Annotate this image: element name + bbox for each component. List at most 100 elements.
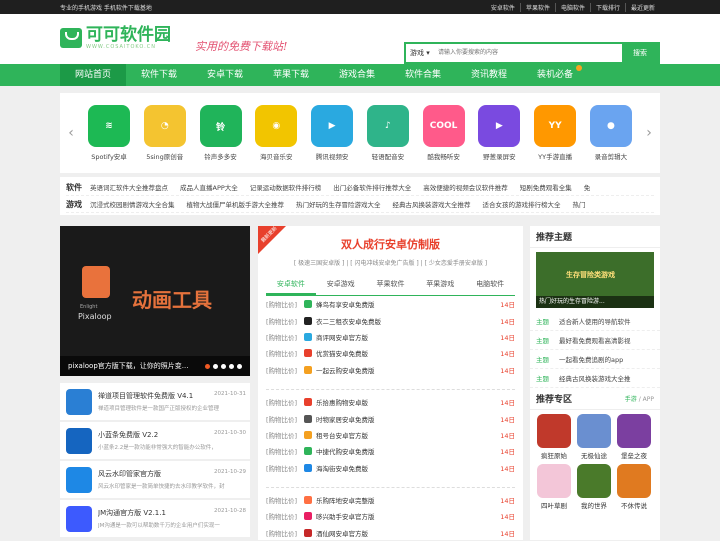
topic-banner[interactable]: 生存冒险类游戏 热门好玩的生存冒险游... <box>536 252 654 308</box>
app-name[interactable]: 时物家居安卓免费版 <box>316 414 500 424</box>
category-tag[interactable]: [购物比价] <box>266 430 304 440</box>
app-name[interactable]: 蜂鸟有享安卓免费版 <box>316 299 500 309</box>
category-tag[interactable]: [购物比价] <box>266 446 304 456</box>
category-tag[interactable]: [购物比价] <box>266 316 304 326</box>
app-name[interactable]: 乐拾惠购物安卓版 <box>316 397 500 407</box>
nav-apple[interactable]: 苹果下载 <box>258 64 324 86</box>
table-row[interactable]: [购物比价] 衣二三租衣安卓免费版 14日 <box>266 312 515 328</box>
table-row[interactable]: [购物比价] 一起云购安卓免费版 14日 <box>266 362 515 378</box>
table-row[interactable]: [购物比价] 中捷代购安卓免费版 14日 <box>266 443 515 459</box>
app-item[interactable]: ▶ 野葱录屏安 <box>474 105 524 161</box>
software-tag-link[interactable]: 出门必备软件排行推荐大全 <box>333 182 411 192</box>
software-tag-link[interactable]: 英语词汇软件大全推荐盘点 <box>90 182 168 192</box>
app-name[interactable]: 租号台安卓官方版 <box>316 430 500 440</box>
zone-item[interactable]: 无极仙途 <box>576 414 612 460</box>
banner-dot[interactable] <box>205 364 210 369</box>
zone-item[interactable]: 不休传说 <box>616 464 652 510</box>
zone-item[interactable]: 我的世界 <box>576 464 612 510</box>
list-item[interactable]: 小蓝条免费版 V2.2 2021-10-30 小蓝条2.2是一款功能非常强大的智能办… <box>60 422 250 459</box>
app-name[interactable]: 中捷代购安卓免费版 <box>316 446 500 456</box>
app-name[interactable]: 酒仙网安卓官方版 <box>316 528 500 538</box>
top-link-apple-software[interactable]: 苹果软件 <box>519 2 555 12</box>
category-tag[interactable]: [购物比价] <box>266 463 304 473</box>
table-row[interactable]: [购物比价] 哆兴助手安卓官方版 14日 <box>266 508 515 524</box>
list-item[interactable]: 风云水印管家官方版 2021-10-29 风云水印管家是一款简单快捷的去水印教学软件… <box>60 461 250 498</box>
nav-software[interactable]: 软件下载 <box>126 64 192 86</box>
top-link-pc-software[interactable]: 电脑软件 <box>554 2 590 12</box>
nav-game-collection[interactable]: 游戏合集 <box>324 64 390 86</box>
nav-android[interactable]: 安卓下载 <box>192 64 258 86</box>
top-link-recent-updates[interactable]: 最近更新 <box>624 2 660 12</box>
app-item[interactable]: ▶ 腾讯视频安 <box>307 105 357 161</box>
software-tag-link[interactable]: 短剧免费观看全集 <box>520 182 572 192</box>
table-row[interactable]: [购物比价] 租号台安卓官方版 14日 <box>266 427 515 443</box>
category-tag[interactable]: [购物比价] <box>266 299 304 309</box>
search-button[interactable]: 搜索 <box>622 44 658 62</box>
list-item-title[interactable]: JM沟通官方版 V2.1.1 <box>98 508 166 518</box>
topic-item[interactable]: 主题 适合新人使用的导航软件 <box>530 312 660 331</box>
topic-name[interactable]: 适合新人使用的导航软件 <box>559 316 631 326</box>
banner-dot[interactable] <box>221 364 226 369</box>
nav-home[interactable]: 网站首页 <box>60 64 126 86</box>
zone-switch-app[interactable]: APP <box>643 396 654 403</box>
list-item[interactable]: JM沟通官方版 V2.1.1 2021-10-28 JM沟通是一款可以帮助数千万的企… <box>60 500 250 537</box>
app-item[interactable]: COOL 酷我畅听安 <box>419 105 469 161</box>
software-tag-link[interactable]: 记录运动数据软件排行榜 <box>250 182 322 192</box>
zone-item[interactable]: 堡垒之夜 <box>616 414 652 460</box>
app-name[interactable]: 一起云购安卓免费版 <box>316 365 500 375</box>
software-tag-link[interactable]: 高效便捷的视频会议软件推荐 <box>423 182 508 192</box>
table-row[interactable]: [购物比价] 蜂鸟有享安卓免费版 14日 <box>266 296 515 312</box>
banner-dot[interactable] <box>229 364 234 369</box>
app-item[interactable]: ● 录音剪辑大 <box>586 105 636 161</box>
table-row[interactable]: [购物比价] 乐拾惠购物安卓版 14日 <box>266 394 515 410</box>
tab-apple-software[interactable]: 苹果软件 <box>366 275 416 295</box>
category-tag[interactable]: [购物比价] <box>266 511 304 521</box>
table-row[interactable]: [购物比价] 时物家居安卓免费版 14日 <box>266 410 515 426</box>
topic-name[interactable]: 最好看免费观看高清影视 <box>559 335 631 345</box>
sub-link[interactable]: 少女恋爱手册安卓版 <box>429 260 483 267</box>
nav-software-collection[interactable]: 软件合集 <box>390 64 456 86</box>
app-name[interactable]: 哆兴助手安卓官方版 <box>316 511 500 521</box>
topic-item[interactable]: 主题 最好看免费观看高清影视 <box>530 331 660 350</box>
category-tag[interactable]: [购物比价] <box>266 365 304 375</box>
top-link-download-rank[interactable]: 下载排行 <box>589 2 625 12</box>
carousel-next-icon[interactable]: › <box>638 125 660 141</box>
table-row[interactable]: [购物比价] 乐购阵地安卓完整版 14日 <box>266 492 515 508</box>
app-item[interactable]: ≋ Spotify安卓 <box>84 105 134 161</box>
top-link-android-software[interactable]: 安卓软件 <box>486 3 520 12</box>
app-name[interactable]: 海淘街安卓免费版 <box>316 463 500 473</box>
banner-dot[interactable] <box>213 364 218 369</box>
carousel-prev-icon[interactable]: ‹ <box>60 125 82 141</box>
game-tag-link[interactable]: 适合女孩的游戏排行榜大全 <box>483 199 561 209</box>
zone-switch-mobile-games[interactable]: 手游 <box>625 396 637 403</box>
nav-essentials[interactable]: 装机必备 <box>522 64 588 86</box>
topic-name[interactable]: 一起看免费追剧的app <box>559 354 623 364</box>
tab-android-games[interactable]: 安卓游戏 <box>316 275 366 295</box>
search-type-select[interactable]: 游戏 ▾ <box>406 44 432 62</box>
table-row[interactable]: [购物比价] 商评网安卓官方版 14日 <box>266 329 515 345</box>
nav-news[interactable]: 资讯教程 <box>456 64 522 86</box>
sub-link[interactable]: 极速三国安卓版 <box>298 260 340 267</box>
app-name[interactable]: 商评网安卓官方版 <box>316 332 500 342</box>
table-row[interactable]: [购物比价] 酒仙网安卓官方版 14日 <box>266 525 515 541</box>
software-tag-link[interactable]: 成品人直播APP大全 <box>180 182 238 192</box>
app-name[interactable]: 乐购阵地安卓完整版 <box>316 495 500 505</box>
game-tag-link[interactable]: 热门好玩的生存冒险游戏大全 <box>296 199 381 209</box>
zone-item[interactable]: 四叶草剧 <box>536 464 572 510</box>
category-tag[interactable]: [购物比价] <box>266 414 304 424</box>
topic-item[interactable]: 主题 经典古风换装游戏大全推 <box>530 369 660 388</box>
sub-link[interactable]: 闪电冲线安卓免广告版 <box>354 260 414 267</box>
site-logo[interactable]: 可可软件园 WWW.COSAITOKO.CN <box>60 26 171 50</box>
headline-title[interactable]: 双人成行安卓仿制版 <box>258 236 523 252</box>
list-item-title[interactable]: 小蓝条免费版 V2.2 <box>98 430 158 440</box>
zone-item[interactable]: 疯狂原始 <box>536 414 572 460</box>
app-name[interactable]: 衣二三租衣安卓免费版 <box>316 316 500 326</box>
app-item[interactable]: ◔ 5sing原创音 <box>140 105 190 161</box>
tab-pc-software[interactable]: 电脑软件 <box>465 275 515 295</box>
app-item[interactable]: YY YY手游直播 <box>530 105 580 161</box>
app-item[interactable]: 铃铃声多多安 <box>196 105 246 161</box>
game-tag-link[interactable]: 沉浸式校园剧情游戏大全合集 <box>90 199 175 209</box>
game-tag-link[interactable]: 热门 <box>573 199 586 209</box>
category-tag[interactable]: [购物比价] <box>266 397 304 407</box>
list-item-title[interactable]: 禅道项目管理软件免费版 V4.1 <box>98 391 193 401</box>
